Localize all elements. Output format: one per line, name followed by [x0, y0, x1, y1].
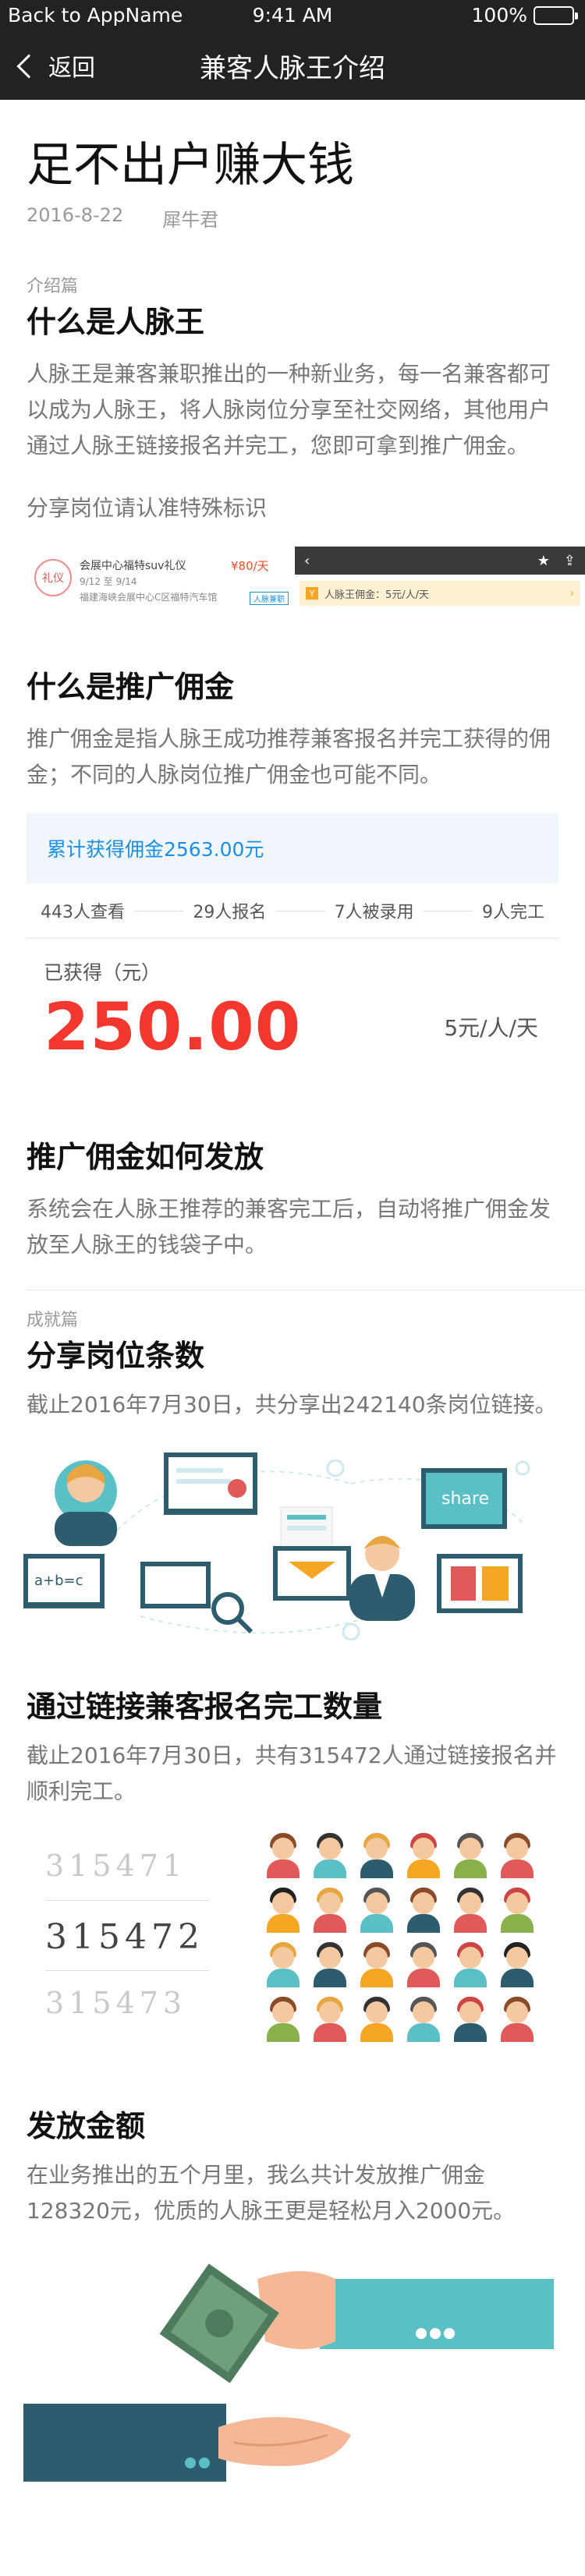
commission-rate: 5元/人/天: [444, 1015, 538, 1041]
signup-count-paragraph: 截止2016年7月30日，共有315472人通过链接报名并顺利完工。: [27, 1743, 557, 1804]
board-text: a+b=c: [34, 1573, 83, 1589]
share-count-paragraph: 截止2016年7月30日，共分享出242140条岗位链接。: [27, 1392, 557, 1417]
payout-amount-paragraph: 在业务推出的五个月里，我么共计发放推广佣金128320元，优质的人脉王更是轻松月…: [27, 2162, 516, 2224]
counter-prev: 315471: [45, 1849, 187, 1883]
earned-label: 已获得（元）: [44, 961, 161, 984]
nav-bar: 返回 兼客人脉王介绍: [0, 31, 585, 100]
battery-percent: 100%: [471, 4, 527, 27]
job-badge: 礼仪: [34, 559, 72, 596]
avatar: [359, 1997, 395, 2042]
avatar: [312, 1833, 348, 1878]
heading-payout-amount: 发放金额: [27, 2109, 146, 2143]
commission-card: 累计获得佣金2563.00元 443人查看 29人报名 7人被录用 9人完工 已…: [27, 813, 558, 1065]
heading-what-is-commission: 什么是推广佣金: [27, 670, 235, 704]
article-content: 足不出户赚大钱 2016-8-22 犀牛君 介绍篇 什么是人脉王 人脉王是兼客兼…: [0, 100, 585, 2497]
renmai-tag: 人脉兼职: [250, 592, 289, 605]
job-dates: 9/12 至 9/14: [80, 576, 137, 587]
article-meta: 2016-8-22 犀牛君: [27, 204, 558, 232]
share-note: 分享岗位请认准特殊标识: [27, 495, 268, 521]
section-label-achievements: 成就篇: [27, 1311, 79, 1330]
chevron-right-icon: ›: [569, 587, 574, 600]
heading-share-count: 分享岗位条数: [27, 1339, 205, 1373]
share-icon: ⇪: [563, 552, 576, 569]
stat-hired: 7人被录用: [334, 903, 414, 922]
commission-row-text: 人脉王佣金：5元/人/天: [324, 589, 430, 601]
user-avatars-grid: [265, 1833, 546, 2042]
article-title: 足不出户赚大钱: [27, 138, 354, 193]
avatar: [312, 1888, 348, 1933]
avatar: [499, 1888, 535, 1933]
avatar: [265, 1888, 301, 1933]
star-icon: ★: [537, 552, 550, 569]
phone-detail-example: ‹ ★ ⇪ Y 人脉王佣金：5元/人/天 ›: [295, 547, 585, 617]
job-location: 福建海峡会展中心C区福特汽车馆: [80, 592, 218, 603]
avatar: [265, 1942, 301, 1987]
intro-paragraph: 人脉王是兼客兼职推出的一种新业务，每一名兼客都可以成为人脉王，将人脉岗位分享至社…: [27, 361, 551, 458]
avatar: [312, 1942, 348, 1987]
share-example-illustration: 礼仪 会展中心福特suv礼仪 9/12 至 9/14 福建海峡会展中心C区福特汽…: [27, 547, 585, 617]
avatar: [499, 1997, 535, 2042]
network-illustration: a+b=c share: [23, 1437, 562, 1647]
heading-how-paid: 推广佣金如何发放: [27, 1140, 264, 1174]
stats-row: 443人查看 29人报名 7人被录用 9人完工: [27, 883, 558, 938]
section-label-intro: 介绍篇: [27, 277, 79, 296]
money-illustration-svg: [23, 2263, 554, 2482]
stat-views: 443人查看: [41, 903, 125, 922]
yen-icon: Y: [306, 587, 318, 600]
total-commission: 累计获得佣金2563.00元: [27, 813, 558, 883]
signup-counter-section: 315471 315472 315473: [0, 1817, 585, 2082]
commission-paragraph: 推广佣金是指人脉王成功推荐兼客报名并完工获得的佣金；不同的人脉岗位推广佣金也可能…: [27, 726, 551, 787]
heading-signup-count: 通过链接兼客报名完工数量: [27, 1690, 383, 1724]
avatar: [359, 1833, 395, 1878]
avatar: [452, 1942, 488, 1987]
counter-current: 315472: [45, 1917, 204, 1957]
phone-back-icon: ‹: [304, 552, 310, 569]
avatar: [312, 1997, 348, 2042]
avatar: [359, 1888, 395, 1933]
share-screen-text: share: [441, 1489, 489, 1509]
battery-indicator: 100%: [471, 4, 578, 27]
avatar: [452, 1997, 488, 2042]
status-bar: Back to AppName 9:41 AM 100%: [0, 0, 585, 31]
avatar: [406, 1888, 441, 1933]
article-date: 2016-8-22: [27, 204, 124, 226]
job-card-example: 礼仪 会展中心福特suv礼仪 9/12 至 9/14 福建海峡会展中心C区福特汽…: [27, 547, 292, 617]
payout-paragraph: 系统会在人脉王推荐的兼客完工后，自动将推广佣金发放至人脉王的钱袋子中。: [27, 1196, 551, 1258]
commission-row: Y 人脉王佣金：5元/人/天 ›: [300, 581, 580, 606]
avatar: [265, 1997, 301, 2042]
job-title: 会展中心福特suv礼仪: [80, 560, 186, 572]
avatar: [406, 1942, 441, 1987]
money-illustration: [23, 2248, 562, 2497]
avatar: [265, 1833, 301, 1878]
avatar: [406, 1833, 441, 1878]
phone-toolbar: ‹ ★ ⇪: [295, 547, 585, 575]
article-author: 犀牛君: [162, 209, 219, 231]
avatar: [452, 1833, 488, 1878]
battery-icon: [534, 5, 578, 25]
stat-signups: 29人报名: [193, 903, 267, 922]
avatar: [452, 1888, 488, 1933]
earned-row: 250.00 5元/人/天: [27, 985, 558, 1065]
network-illustration-svg: a+b=c share: [23, 1453, 530, 1641]
heading-what-is-renmaiwang: 什么是人脉王: [27, 305, 205, 339]
nav-title: 兼客人脉王介绍: [200, 53, 385, 84]
avatar: [499, 1833, 535, 1878]
avatar: [359, 1942, 395, 1987]
earned-amount: 250.00: [44, 989, 302, 1065]
stat-completed: 9人完工: [481, 903, 544, 922]
avatar: [499, 1942, 535, 1987]
counter-next: 315473: [45, 1986, 187, 2020]
job-price: ¥80/天: [231, 559, 269, 573]
avatar: [406, 1997, 441, 2042]
